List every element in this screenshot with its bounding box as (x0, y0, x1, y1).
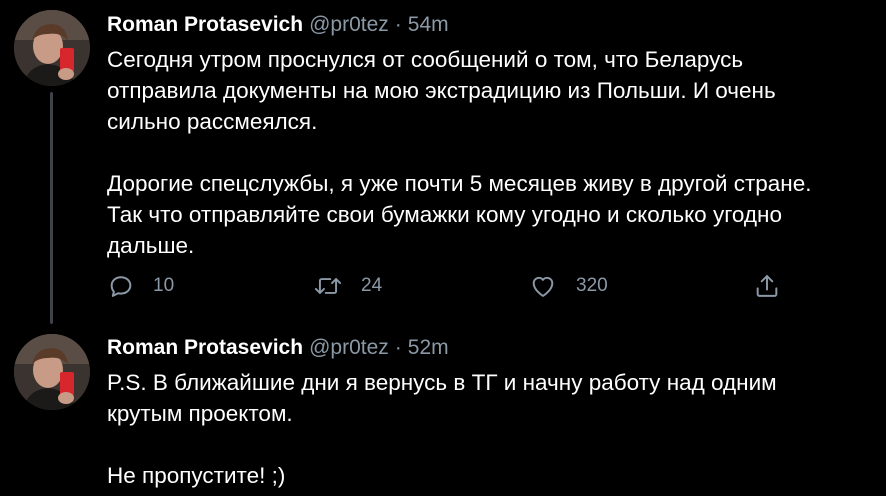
like-count: 320 (576, 275, 608, 296)
avatar[interactable] (14, 334, 90, 410)
tweet-timestamp[interactable]: 54m (408, 13, 449, 36)
retweet-icon (313, 272, 343, 300)
reply-button[interactable]: 10 (107, 270, 174, 302)
heart-icon (528, 272, 558, 300)
like-button[interactable]: 320 (528, 270, 608, 302)
tweet-actions: 10 24 320 (107, 270, 807, 302)
tweet[interactable]: Roman Protasevich @pr0tez · 52m P.S. В ближ… (0, 330, 886, 496)
tweet-timestamp[interactable]: 52m (408, 336, 449, 359)
tweet-header: Roman Protasevich @pr0tez · 52m (107, 335, 449, 361)
avatar[interactable] (14, 10, 90, 86)
share-icon (753, 272, 781, 300)
tweet[interactable]: Roman Protasevich @pr0tez · 54m Сегодня утр… (0, 0, 886, 330)
share-button[interactable] (753, 270, 781, 302)
separator-dot: · (394, 336, 402, 359)
tweet-text: Сегодня утром проснулся от сообщений о т… (107, 47, 812, 258)
author-handle[interactable]: @pr0tez (309, 336, 389, 359)
reply-icon (107, 272, 135, 300)
author-name[interactable]: Roman Protasevich (107, 13, 303, 36)
author-name[interactable]: Roman Protasevich (107, 336, 303, 359)
thread-line (50, 92, 53, 324)
tweet-text: P.S. В ближайшие дни я вернусь в ТГ и на… (107, 370, 777, 488)
retweet-count: 24 (361, 275, 383, 296)
separator-dot: · (394, 13, 402, 36)
retweet-button[interactable]: 24 (313, 270, 382, 302)
tweet-header: Roman Protasevich @pr0tez · 54m (107, 12, 449, 38)
reply-count: 10 (153, 275, 175, 296)
author-handle[interactable]: @pr0tez (309, 13, 389, 36)
